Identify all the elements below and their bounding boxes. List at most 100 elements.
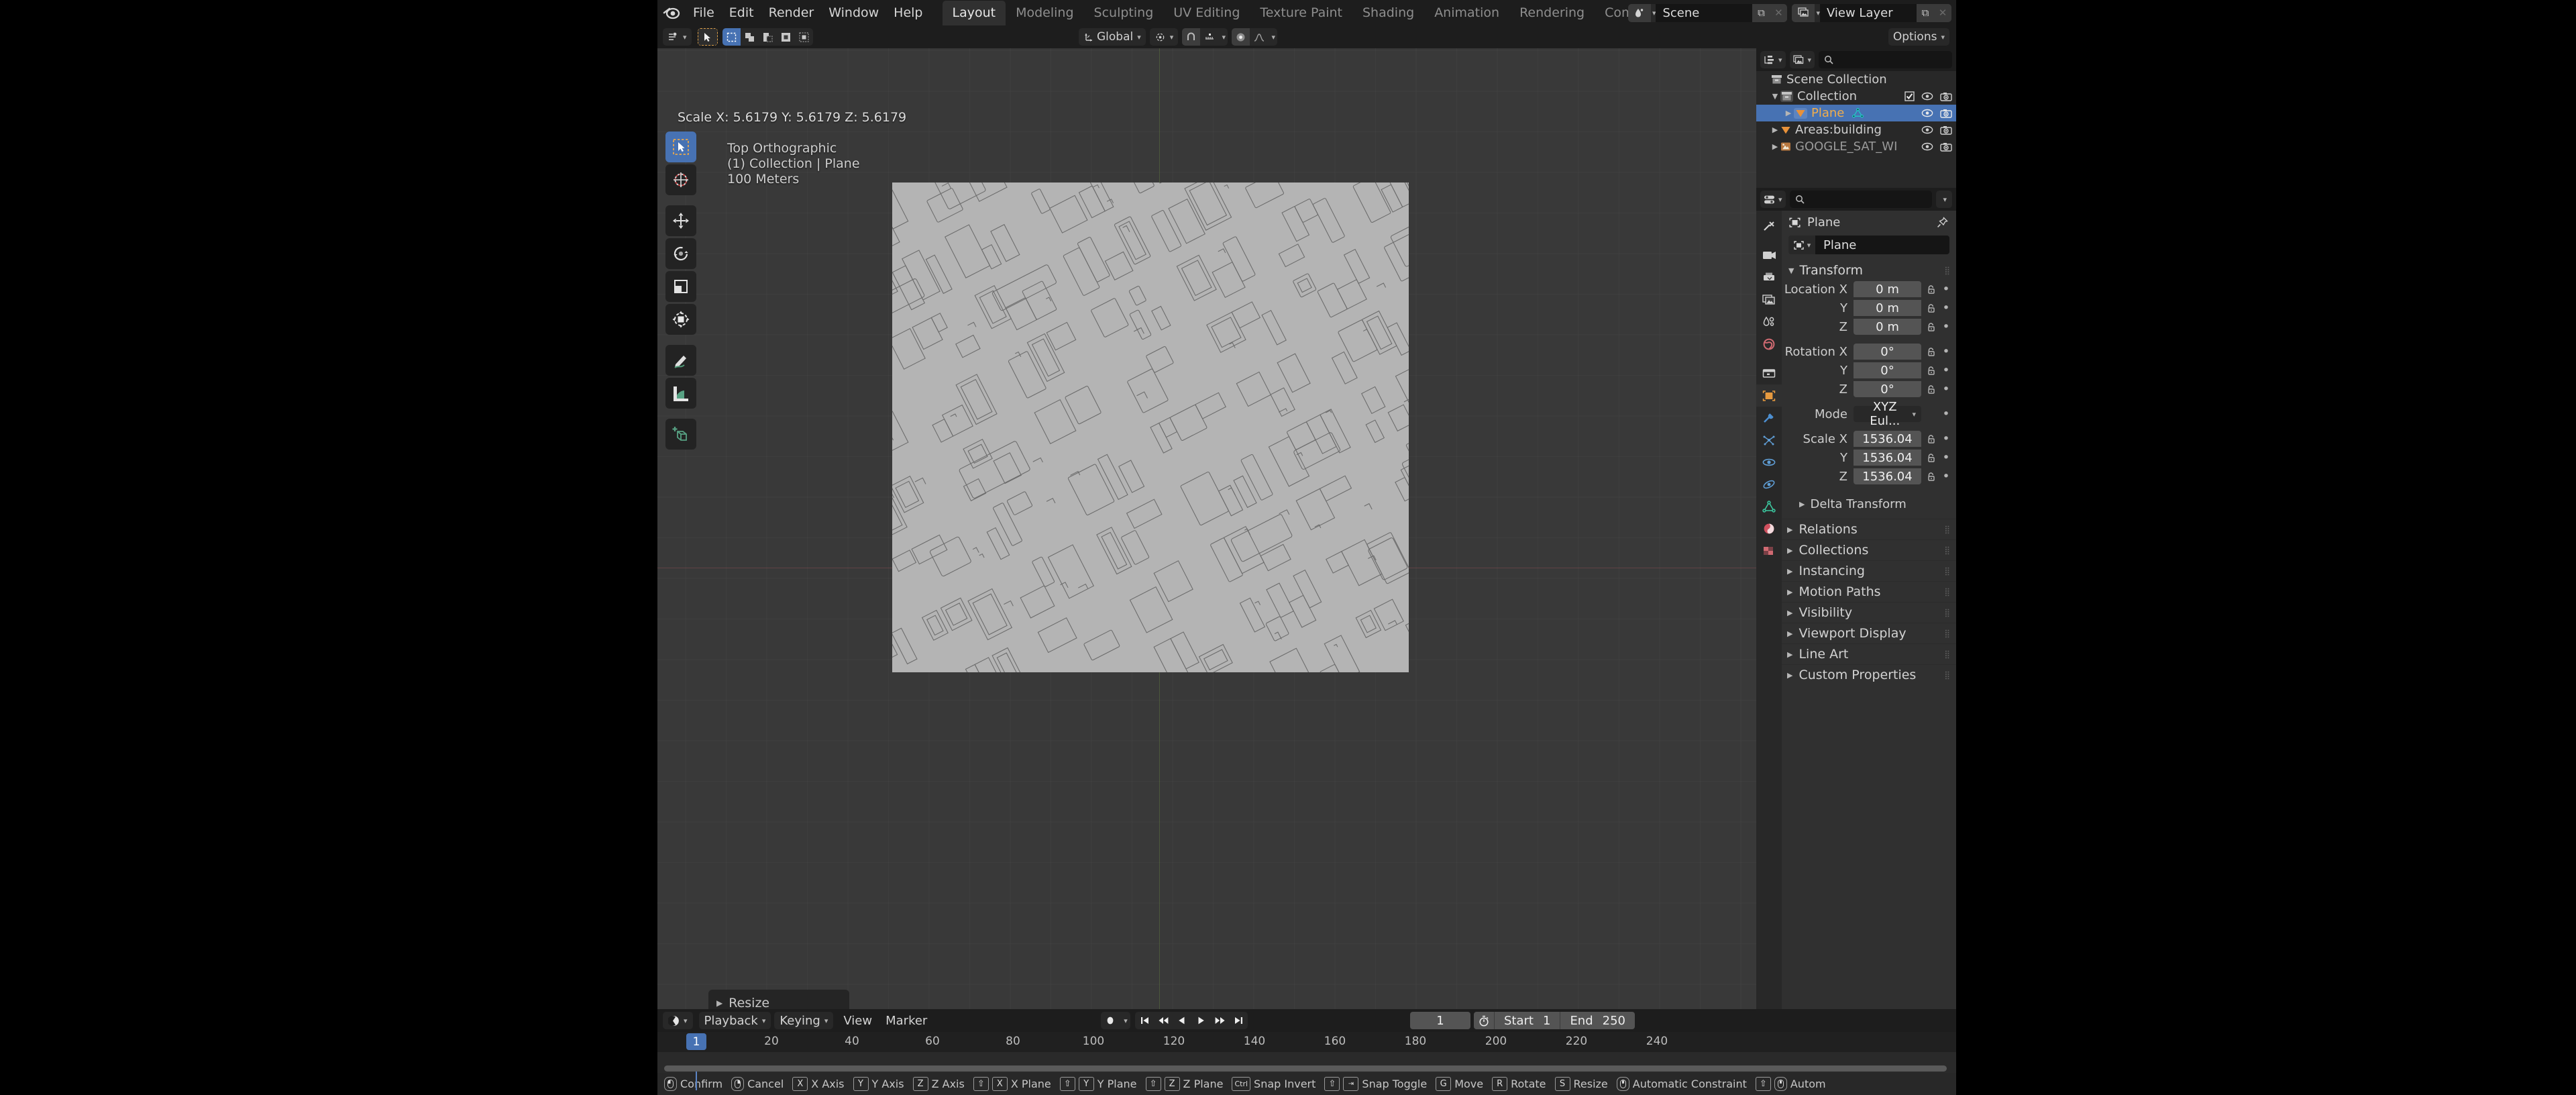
timeline-ruler[interactable]: 1 20 40 60 80 100 120 140 160 180 200 22… xyxy=(657,1032,1956,1052)
move-tool[interactable] xyxy=(665,205,696,236)
tab-constraints[interactable] xyxy=(1756,473,1782,495)
prev-keyframe-icon[interactable] xyxy=(1154,1012,1173,1029)
triangle-right-icon[interactable]: ▶ xyxy=(1770,142,1780,151)
tab-tool[interactable] xyxy=(1756,215,1782,237)
cursor-tool[interactable] xyxy=(665,164,696,195)
outliner-row-scene-collection[interactable]: Scene Collection xyxy=(1756,71,1956,88)
view-layer-name[interactable]: View Layer xyxy=(1820,4,1917,22)
scene-name[interactable]: Scene xyxy=(1656,4,1752,22)
play-icon[interactable] xyxy=(1191,1012,1210,1029)
properties-editor-icon[interactable]: ▾ xyxy=(1760,191,1786,208)
select-extend-icon[interactable] xyxy=(741,28,759,46)
section-line-art[interactable]: ▶ Line Art ⣿ xyxy=(1782,643,1956,664)
section-relations[interactable]: ▶ Relations ⣿ xyxy=(1782,519,1956,539)
lock-icon[interactable] xyxy=(1921,384,1940,395)
lock-icon[interactable] xyxy=(1921,284,1940,295)
section-instancing[interactable]: ▶ Instancing ⣿ xyxy=(1782,560,1956,581)
triangle-right-icon[interactable]: ▶ xyxy=(716,998,722,1008)
rotate-tool[interactable] xyxy=(665,238,696,269)
falloff-curve-icon[interactable] xyxy=(1250,28,1268,46)
lock-icon[interactable] xyxy=(1921,453,1940,463)
menu-help[interactable]: Help xyxy=(886,3,930,22)
current-frame-field[interactable]: 1 xyxy=(1410,1012,1470,1029)
checkbox-icon[interactable] xyxy=(1904,91,1915,101)
transform-section-header[interactable]: ▼ Transform ⣿ xyxy=(1782,260,1956,280)
select-subtract-icon[interactable] xyxy=(759,28,777,46)
timeline-editor[interactable]: ▾ Playback▾ Keying▾ View Marker ▾ xyxy=(657,1009,1956,1073)
tab-view-layer[interactable] xyxy=(1756,289,1782,311)
outliner-row-collection[interactable]: ▼ Collection xyxy=(1756,88,1956,105)
menu-window[interactable]: Window xyxy=(821,3,886,22)
section-collections[interactable]: ▶ Collections ⣿ xyxy=(1782,539,1956,560)
scale-y-field[interactable]: 1536.04 xyxy=(1854,450,1921,466)
proportional-edit-icon[interactable] xyxy=(1232,28,1250,46)
object-id-block[interactable]: ▾ Plane xyxy=(1788,235,1949,255)
lock-icon[interactable] xyxy=(1921,303,1940,313)
select-intersect-icon[interactable] xyxy=(795,28,813,46)
playhead[interactable]: 1 xyxy=(686,1033,706,1050)
outliner-editor[interactable]: ▾ ▾ xyxy=(1756,48,1956,188)
rotation-mode-dropdown[interactable]: XYZ Eul... ▾ xyxy=(1854,406,1921,422)
scene-selector[interactable]: ▾ Scene ⧉ ✕ xyxy=(1628,4,1788,22)
tab-modeling[interactable]: Modeling xyxy=(1006,1,1083,25)
tab-texture[interactable] xyxy=(1756,539,1782,562)
lock-icon[interactable] xyxy=(1921,472,1940,482)
start-value[interactable]: 1 xyxy=(1540,1014,1560,1028)
tab-object-data[interactable] xyxy=(1756,495,1782,517)
pivot-point-dropdown[interactable]: ▾ xyxy=(1150,28,1179,46)
tweak-tool[interactable] xyxy=(665,132,696,162)
location-x-field[interactable]: 0 m xyxy=(1854,281,1921,297)
object-name-field[interactable]: Plane xyxy=(1815,236,1949,254)
properties-editor[interactable]: ▾ ▾ xyxy=(1756,188,1956,1009)
stopwatch-icon[interactable] xyxy=(1474,1015,1494,1027)
tab-object[interactable] xyxy=(1756,384,1782,407)
playback-controls[interactable] xyxy=(1135,1012,1248,1029)
close-icon[interactable]: ✕ xyxy=(1934,4,1951,22)
scale-x-field[interactable]: 1536.04 xyxy=(1854,431,1921,447)
camera-icon[interactable] xyxy=(1940,92,1952,101)
tab-shading[interactable]: Shading xyxy=(1352,1,1424,25)
tab-world[interactable] xyxy=(1756,333,1782,355)
animate-dot-icon[interactable]: • xyxy=(1940,469,1952,484)
outliner-row-plane[interactable]: ▶ Plane xyxy=(1756,105,1956,121)
plane-object[interactable] xyxy=(892,182,1409,672)
measure-tool[interactable] xyxy=(665,378,696,409)
properties-filter-dropdown[interactable]: ▾ xyxy=(1936,191,1952,208)
animate-dot-icon[interactable]: • xyxy=(1940,282,1952,297)
timeline-editor-icon[interactable]: ▾ xyxy=(663,1012,693,1029)
jump-end-icon[interactable] xyxy=(1229,1012,1248,1029)
triangle-right-icon[interactable]: ▶ xyxy=(1783,109,1794,117)
select-set-icon[interactable] xyxy=(722,28,741,46)
tab-rendering[interactable]: Rendering xyxy=(1509,1,1595,25)
timeline-strip[interactable] xyxy=(657,1052,1956,1073)
cursor-select-icon[interactable] xyxy=(698,28,718,46)
animate-dot-icon[interactable]: • xyxy=(1940,363,1952,378)
properties-search-input[interactable] xyxy=(1790,191,1933,208)
menu-marker[interactable]: Marker xyxy=(879,1012,934,1030)
lock-icon[interactable] xyxy=(1921,322,1940,332)
eye-icon[interactable] xyxy=(1921,142,1933,151)
pin-icon[interactable] xyxy=(1937,217,1948,228)
tab-sculpting[interactable]: Sculpting xyxy=(1084,1,1164,25)
menu-keying[interactable]: Keying▾ xyxy=(774,1012,833,1029)
menu-file[interactable]: File xyxy=(686,3,722,22)
viewport-options-dropdown[interactable]: Options ▾ xyxy=(1888,28,1949,46)
duplicate-icon[interactable]: ⧉ xyxy=(1752,4,1770,22)
menu-render[interactable]: Render xyxy=(761,3,822,22)
object-square-icon[interactable]: ▾ xyxy=(1788,236,1815,254)
menu-playback[interactable]: Playback▾ xyxy=(699,1012,771,1029)
camera-icon[interactable] xyxy=(1940,142,1952,152)
chevron-down-icon[interactable]: ▾ xyxy=(1222,33,1226,42)
end-value[interactable]: 250 xyxy=(1600,1014,1635,1028)
location-y-field[interactable]: 0 m xyxy=(1854,300,1921,316)
outliner-display-icon[interactable]: ▾ xyxy=(1760,51,1786,68)
tab-texture-paint[interactable]: Texture Paint xyxy=(1250,1,1352,25)
lock-icon[interactable] xyxy=(1921,366,1940,376)
close-icon[interactable]: ✕ xyxy=(1770,4,1787,22)
eye-icon[interactable] xyxy=(1921,92,1933,101)
lock-icon[interactable] xyxy=(1921,434,1940,444)
section-custom-properties[interactable]: ▶ Custom Properties ⣿ xyxy=(1782,664,1956,685)
tab-material[interactable] xyxy=(1756,517,1782,539)
animate-dot-icon[interactable]: • xyxy=(1940,301,1952,315)
view-layer-selector[interactable]: ▾ View Layer ⧉ ✕ xyxy=(1792,4,1951,22)
